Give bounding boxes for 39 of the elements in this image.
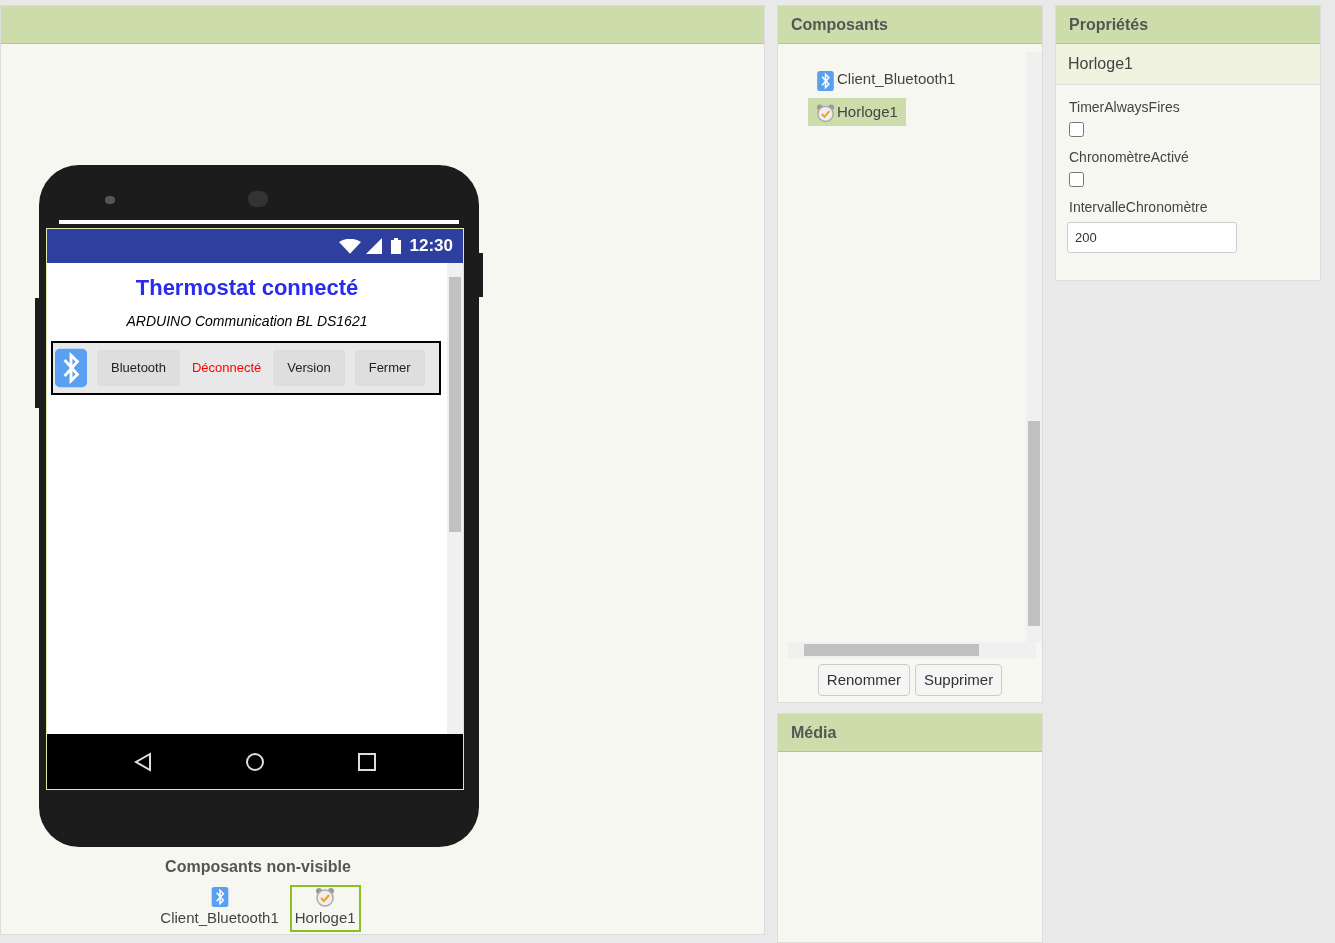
app-title: Thermostat connecté <box>135 274 359 302</box>
app-subtitle: ARDUINO Communication BL DS1621 <box>126 312 368 331</box>
square-icon <box>357 751 377 772</box>
camera-icon <box>105 196 115 204</box>
property-checkbox[interactable] <box>1069 122 1084 137</box>
action-button[interactable]: Renommer <box>817 664 910 696</box>
section-title: Composants non-visible <box>165 857 351 877</box>
app-button[interactable]: Fermer <box>354 350 425 386</box>
nonvisible-component[interactable]: Horloge1 <box>289 885 361 932</box>
panel-header: Composants <box>778 6 1042 44</box>
action-button[interactable]: Supprimer <box>915 664 1003 696</box>
back-icon <box>133 751 153 772</box>
component-name: Client_Bluetooth1 <box>160 908 279 928</box>
signal-icon <box>365 238 382 254</box>
property-label: ChronomètreActivé <box>1069 148 1190 167</box>
speaker-grille <box>248 191 268 207</box>
home-icon <box>245 751 265 772</box>
property-label: IntervalleChronomètre <box>1069 198 1209 217</box>
bluetooth-icon <box>209 887 230 907</box>
alarm-clock-icon <box>816 103 835 123</box>
wifi-icon <box>338 238 361 254</box>
property-input[interactable]: 200 <box>1067 222 1237 253</box>
app-button[interactable]: Version <box>273 350 345 386</box>
status-label: Déconnecté <box>190 359 263 378</box>
selected-component-name: Horloge1 <box>1056 44 1320 85</box>
component-tree-item[interactable]: Horloge1 <box>808 97 906 126</box>
app-button[interactable]: Bluetooth <box>97 350 180 386</box>
panel-header: Média <box>778 714 1042 752</box>
nonvisible-component[interactable]: Client_Bluetooth1 <box>155 885 284 932</box>
property-label: TimerAlwaysFires <box>1069 98 1181 117</box>
component-name: Horloge1 <box>294 908 356 928</box>
panel-header: Propriétés <box>1056 6 1320 44</box>
bluetooth-icon <box>55 346 87 390</box>
status-time: 12:30 <box>409 235 453 258</box>
property-checkbox[interactable] <box>1069 172 1084 187</box>
bluetooth-icon <box>816 70 835 91</box>
battery-icon <box>390 238 401 254</box>
component-tree-item[interactable]: Client_Bluetooth1 <box>808 65 964 94</box>
alarm-clock-icon <box>315 887 336 907</box>
